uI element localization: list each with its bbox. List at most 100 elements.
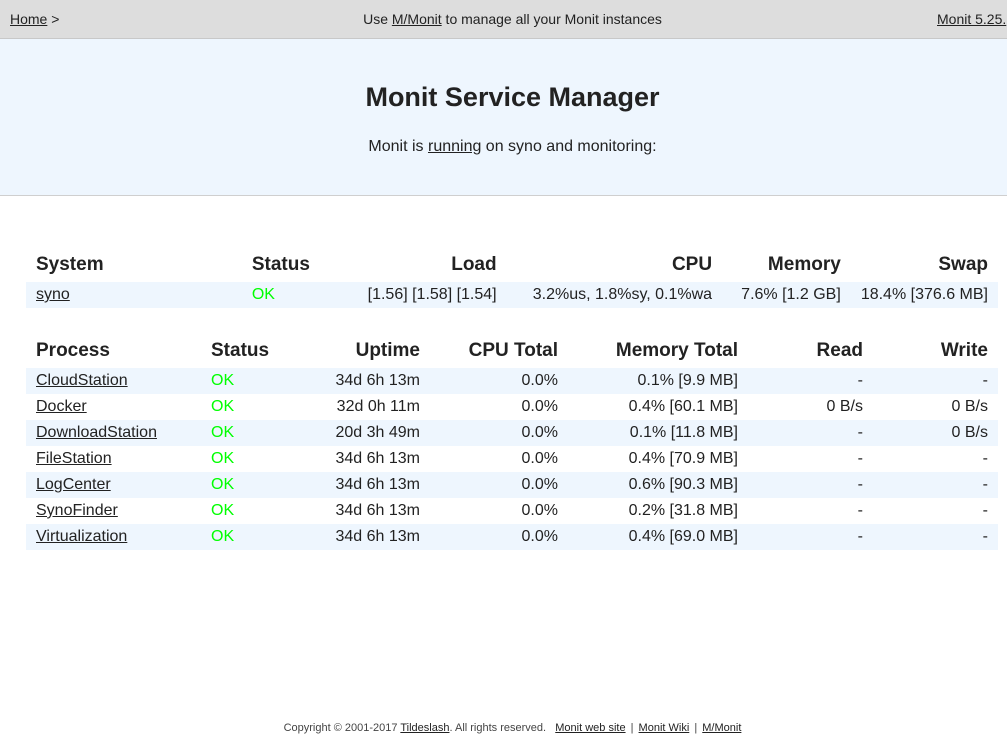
table-row: FileStation OK 34d 6h 13m 0.0% 0.4% [70.… <box>26 446 998 472</box>
column-header-write: Write <box>940 340 988 361</box>
process-read: - <box>857 476 863 493</box>
status-ok: OK <box>211 502 235 519</box>
process-link[interactable]: Virtualization <box>36 528 127 545</box>
status-ok: OK <box>251 286 275 303</box>
process-uptime: 34d 6h 13m <box>335 372 420 389</box>
promo-suffix: to manage all your Monit instances <box>441 11 662 27</box>
process-write: - <box>982 450 988 467</box>
process-write: 0 B/s <box>951 424 988 441</box>
column-header-uptime: Uptime <box>355 340 420 361</box>
process-write: - <box>982 528 988 545</box>
copyright-text: Copyright © 2001-2017 <box>283 722 401 734</box>
footer-mmonit-link[interactable]: M/Monit <box>702 722 741 734</box>
monit-web-site-link[interactable]: Monit web site <box>555 722 625 734</box>
process-link[interactable]: LogCenter <box>36 476 111 493</box>
process-link[interactable]: SynoFinder <box>36 502 118 519</box>
process-uptime: 34d 6h 13m <box>335 476 420 493</box>
version-link[interactable]: Monit 5.25. <box>937 11 1006 27</box>
process-write: - <box>982 372 988 389</box>
process-read: 0 B/s <box>826 398 863 415</box>
process-read: - <box>857 502 863 519</box>
system-memory: 7.6% [1.2 GB] <box>741 286 841 303</box>
status-ok: OK <box>211 528 235 545</box>
process-cpu: 0.0% <box>521 398 558 415</box>
process-read: - <box>857 372 863 389</box>
status-ok: OK <box>211 424 235 441</box>
process-name-cell: DownloadStation <box>26 420 201 446</box>
process-name-cell: FileStation <box>26 446 201 472</box>
process-name-cell: CloudStation <box>26 368 201 394</box>
status-ok: OK <box>211 476 235 493</box>
process-cpu: 0.0% <box>521 450 558 467</box>
process-memory: 0.4% [69.0 MB] <box>628 528 738 545</box>
column-header-swap: Swap <box>938 254 988 275</box>
process-uptime: 34d 6h 13m <box>335 528 420 545</box>
column-header-memory-total: Memory Total <box>615 340 738 361</box>
process-cpu: 0.0% <box>521 528 558 545</box>
system-row: syno OK [1.56] [1.58] [1.54] 3.2%us, 1.8… <box>26 282 998 308</box>
table-row: Docker OK 32d 0h 11m 0.0% 0.4% [60.1 MB]… <box>26 394 998 420</box>
process-read: - <box>857 424 863 441</box>
process-uptime: 34d 6h 13m <box>335 450 420 467</box>
process-table: Process Status Uptime CPU Total Memory T… <box>26 334 998 550</box>
system-cpu: 3.2%us, 1.8%sy, 0.1%wa <box>532 286 713 303</box>
process-memory: 0.4% [60.1 MB] <box>628 398 738 415</box>
process-write: 0 B/s <box>951 398 988 415</box>
mmonit-link[interactable]: M/Monit <box>392 11 442 27</box>
subtitle-prefix: Monit is <box>368 138 428 155</box>
column-header-status: Status <box>211 340 270 361</box>
subtitle-suffix: on syno and monitoring: <box>481 138 657 155</box>
table-row: SynoFinder OK 34d 6h 13m 0.0% 0.2% [31.8… <box>26 498 998 524</box>
column-header-cpu-total: CPU Total <box>468 340 558 361</box>
process-link[interactable]: DownloadStation <box>36 424 157 441</box>
status-ok: OK <box>211 372 235 389</box>
process-link[interactable]: FileStation <box>36 450 112 467</box>
process-uptime: 20d 3h 49m <box>335 424 420 441</box>
monit-wiki-link[interactable]: Monit Wiki <box>639 722 690 734</box>
process-name-cell: SynoFinder <box>26 498 201 524</box>
system-swap: 18.4% [376.6 MB] <box>860 286 988 303</box>
process-uptime: 34d 6h 13m <box>335 502 420 519</box>
version-area: Monit 5.25. <box>937 11 1006 27</box>
process-memory: 0.1% [9.9 MB] <box>637 372 739 389</box>
process-name-cell: Virtualization <box>26 524 201 550</box>
status-ok: OK <box>211 450 235 467</box>
column-header-system: System <box>36 254 104 275</box>
process-write: - <box>982 476 988 493</box>
top-nav-bar: Home > Use M/Monit to manage all your Mo… <box>0 0 1007 39</box>
column-header-status: Status <box>251 254 310 275</box>
process-memory: 0.2% [31.8 MB] <box>628 502 738 519</box>
column-header-memory: Memory <box>767 254 841 275</box>
page-header: Monit Service Manager Monit is running o… <box>0 39 1007 196</box>
running-link[interactable]: running <box>428 138 481 155</box>
footer-separator: | <box>694 722 698 734</box>
tildeslash-link[interactable]: Tildeslash <box>400 722 449 734</box>
page-title: Monit Service Manager <box>365 82 660 112</box>
process-memory: 0.1% [11.8 MB] <box>629 424 738 441</box>
process-name-cell: LogCenter <box>26 472 201 498</box>
process-name-cell: Docker <box>26 394 201 420</box>
system-link[interactable]: syno <box>36 286 70 303</box>
system-table: System Status Load CPU Memory Swap syno … <box>26 248 998 308</box>
table-row: DownloadStation OK 20d 3h 49m 0.0% 0.1% … <box>26 420 998 446</box>
column-header-process: Process <box>36 340 110 361</box>
process-uptime: 32d 0h 11m <box>336 398 420 415</box>
process-cpu: 0.0% <box>521 372 558 389</box>
process-cpu: 0.0% <box>521 424 558 441</box>
process-link[interactable]: Docker <box>36 398 87 415</box>
process-cpu: 0.0% <box>521 502 558 519</box>
process-read: - <box>857 528 863 545</box>
column-header-cpu: CPU <box>671 254 713 275</box>
process-memory: 0.4% [70.9 MB] <box>628 450 738 467</box>
footer-separator: | <box>630 722 634 734</box>
column-header-load: Load <box>451 254 497 275</box>
table-row: Virtualization OK 34d 6h 13m 0.0% 0.4% [… <box>26 524 998 550</box>
page-subtitle: Monit is running on syno and monitoring: <box>0 138 1007 156</box>
footer: Copyright © 2001-2017 Tildeslash. All ri… <box>0 722 1007 734</box>
process-link[interactable]: CloudStation <box>36 372 128 389</box>
rights-text: . All rights reserved. <box>449 722 547 734</box>
status-ok: OK <box>211 398 235 415</box>
system-header-row: System Status Load CPU Memory Swap <box>26 248 998 282</box>
table-row: LogCenter OK 34d 6h 13m 0.0% 0.6% [90.3 … <box>26 472 998 498</box>
process-write: - <box>982 502 988 519</box>
